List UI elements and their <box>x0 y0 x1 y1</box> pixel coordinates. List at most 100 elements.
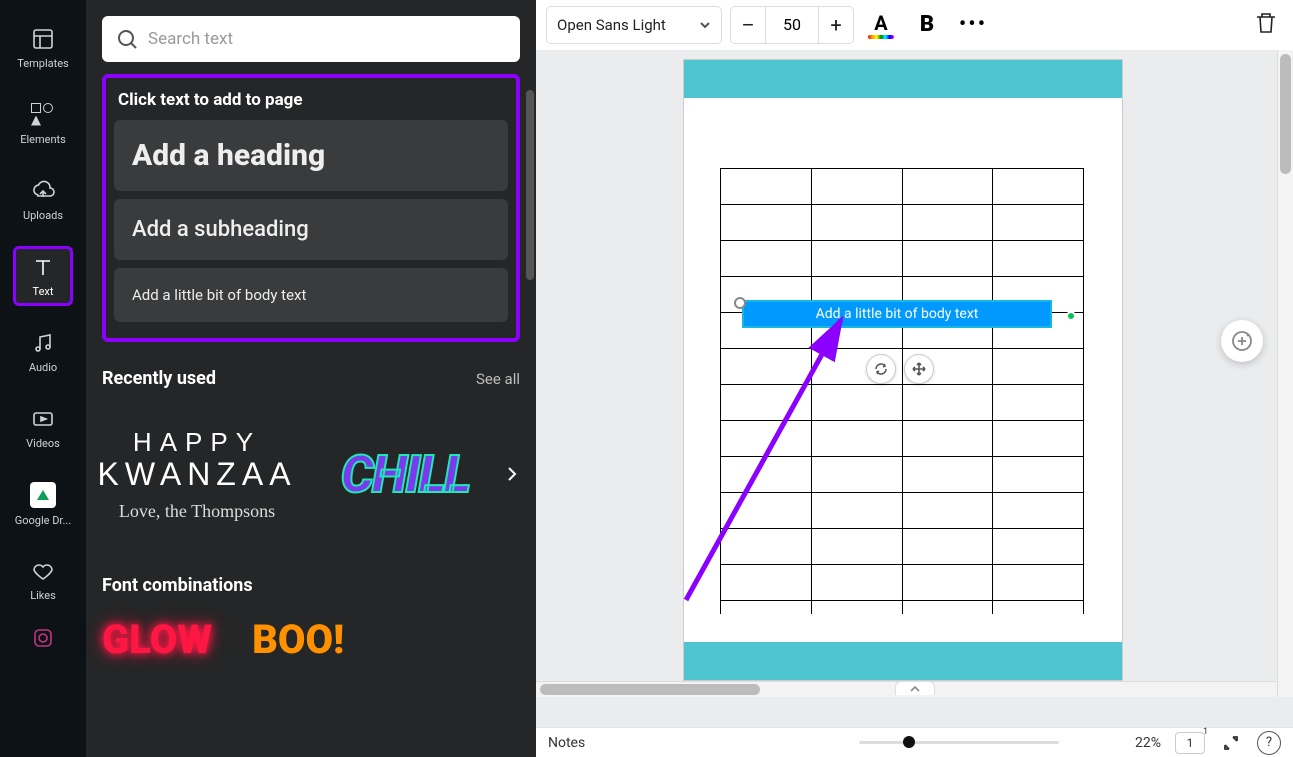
font-combo-glow[interactable]: GLOW <box>102 616 212 663</box>
wave-decoration-bottom <box>684 624 1122 658</box>
add-page-fab[interactable] <box>1221 320 1263 362</box>
font-name: Open Sans Light <box>557 16 666 34</box>
scrollbar-thumb[interactable] <box>540 684 760 695</box>
zoom-thumb[interactable] <box>903 736 915 748</box>
zoom-track[interactable] <box>859 741 1059 744</box>
audio-icon <box>31 331 55 355</box>
sidebar-label: Videos <box>26 437 60 450</box>
instagram-icon <box>31 626 55 650</box>
chevron-up-icon <box>909 685 921 693</box>
font-size-group: – 50 + <box>730 6 854 44</box>
chevron-down-icon <box>699 19 711 31</box>
fullscreen-button[interactable] <box>1219 731 1243 755</box>
font-size-decrease-button[interactable]: – <box>731 7 765 43</box>
search-input[interactable] <box>148 29 506 49</box>
uploads-icon <box>31 179 55 203</box>
font-size-value[interactable]: 50 <box>765 7 819 43</box>
color-spectrum-icon <box>868 35 894 39</box>
sidebar-label: Text <box>33 285 54 298</box>
recent-item-chill[interactable]: CHILL <box>310 399 500 549</box>
recent-text-line: HAPPY <box>133 427 261 458</box>
add-body-text-button[interactable]: Add a little bit of body text <box>114 268 508 322</box>
canvas-area[interactable]: Add a little bit of body text <box>536 50 1293 727</box>
sidebar-label: Templates <box>17 57 68 70</box>
add-text-box: Click text to add to page Add a heading … <box>102 74 520 342</box>
panel-scrollbar[interactable] <box>526 90 534 280</box>
bold-button[interactable]: B <box>908 6 946 44</box>
font-dropdown[interactable]: Open Sans Light <box>546 6 722 44</box>
main-area: Open Sans Light – 50 + A B ••• <box>536 0 1293 757</box>
add-text-header: Click text to add to page <box>118 90 504 110</box>
sidebar-item-text-wrap: Text <box>0 238 86 314</box>
font-combo-boo[interactable]: BOO! <box>252 616 344 663</box>
text-color-button[interactable]: A <box>862 6 900 44</box>
sidebar-item-text[interactable]: Text <box>13 246 73 306</box>
text-panel: Click text to add to page Add a heading … <box>86 0 536 757</box>
sidebar-item-more[interactable] <box>0 618 86 658</box>
sidebar-label: Elements <box>20 133 66 146</box>
selected-text-element[interactable]: Add a little bit of body text <box>744 302 1050 326</box>
help-button[interactable]: ? <box>1257 731 1281 755</box>
wave-decoration-top <box>684 82 1122 116</box>
add-subheading-button[interactable]: Add a subheading <box>114 199 508 260</box>
notes-button[interactable]: Notes <box>548 735 585 751</box>
page-count-button[interactable]: 1 <box>1175 732 1205 754</box>
page-number: 1 <box>1187 736 1194 750</box>
recent-text-line: Love, the Thompsons <box>119 501 275 522</box>
recently-used-header: Recently used See all <box>102 368 520 389</box>
table-element[interactable] <box>720 168 1084 637</box>
plus-circle-icon <box>1231 330 1253 352</box>
duplicate-button[interactable] <box>866 354 896 384</box>
section-title: Recently used <box>102 368 216 389</box>
search-bar[interactable] <box>102 16 520 62</box>
sidebar-label: Uploads <box>23 209 63 222</box>
fullscreen-icon <box>1222 734 1240 752</box>
floating-element-toolbar <box>866 354 934 384</box>
rotate-handle[interactable] <box>1066 311 1076 321</box>
font-combinations-row: GLOW BOO! <box>102 616 520 663</box>
recent-text-line: KWANZAA <box>97 456 296 493</box>
sidebar-item-likes[interactable]: Likes <box>0 542 86 618</box>
see-all-link[interactable]: See all <box>476 370 520 388</box>
bottom-bar: Notes 22% 1 ? <box>536 727 1293 757</box>
heart-icon <box>31 559 55 583</box>
add-heading-button[interactable]: Add a heading <box>114 120 508 191</box>
videos-icon <box>31 407 55 431</box>
google-drive-icon <box>30 482 56 508</box>
sidebar-item-uploads[interactable]: Uploads <box>0 162 86 238</box>
sidebar-item-videos[interactable]: Videos <box>0 390 86 466</box>
trash-icon <box>1253 10 1279 36</box>
delete-button[interactable] <box>1253 10 1283 40</box>
scrollbar-thumb[interactable] <box>1280 54 1291 174</box>
icon-sidebar: Templates Elements Uploads Text Audio Vi… <box>0 0 86 757</box>
sidebar-label: Likes <box>30 589 56 602</box>
templates-icon <box>31 27 55 51</box>
resize-handle-left[interactable] <box>734 297 746 309</box>
sidebar-item-audio[interactable]: Audio <box>0 314 86 390</box>
page-navigator-toggle[interactable] <box>895 681 935 695</box>
sidebar-item-templates[interactable]: Templates <box>0 10 86 86</box>
text-color-icon: A <box>874 11 887 35</box>
text-icon <box>31 255 55 279</box>
zoom-value[interactable]: 22% <box>1113 735 1161 751</box>
sidebar-item-elements[interactable]: Elements <box>0 86 86 162</box>
recent-text-line: CHILL <box>341 444 469 505</box>
carousel-next-button[interactable] <box>498 460 526 488</box>
chevron-right-icon <box>504 466 520 482</box>
search-icon <box>116 28 138 50</box>
move-icon <box>911 361 927 377</box>
more-options-button[interactable]: ••• <box>954 6 992 44</box>
editor-toolbar: Open Sans Light – 50 + A B ••• <box>536 0 1293 50</box>
zoom-slider[interactable] <box>859 741 1099 744</box>
font-combinations-header: Font combinations <box>102 575 520 596</box>
elements-icon <box>31 103 55 127</box>
sidebar-label: Audio <box>29 361 57 374</box>
font-size-increase-button[interactable]: + <box>819 7 853 43</box>
sync-icon <box>873 361 889 377</box>
sidebar-item-google-drive[interactable]: Google Dr... <box>0 466 86 542</box>
recent-item-kwanzaa[interactable]: HAPPY KWANZAA Love, the Thompsons <box>102 399 292 549</box>
recently-used-row: HAPPY KWANZAA Love, the Thompsons CHILL <box>102 399 520 549</box>
vertical-scrollbar[interactable] <box>1277 50 1293 697</box>
sidebar-label: Google Dr... <box>15 514 71 527</box>
move-button[interactable] <box>904 354 934 384</box>
